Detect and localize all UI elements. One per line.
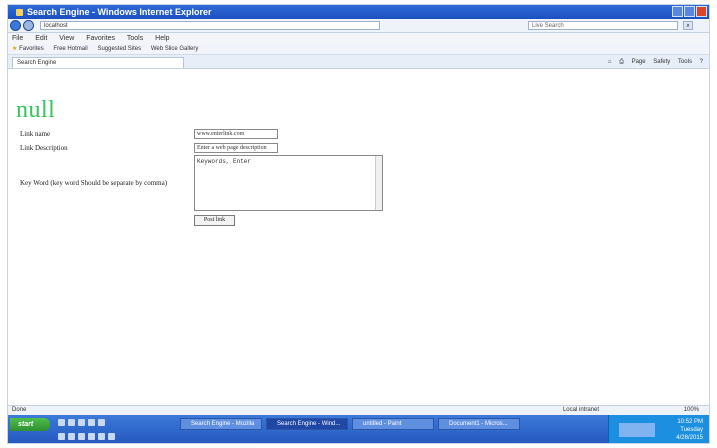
minimize-button[interactable] bbox=[672, 6, 683, 17]
address-row: localhost Live Search ⌕ bbox=[8, 19, 709, 33]
quicklaunch-icon[interactable] bbox=[88, 419, 95, 426]
print-icon[interactable]: ⎙ bbox=[619, 59, 624, 65]
taskbar-item-active[interactable]: Search Engine - Wind... bbox=[266, 418, 348, 430]
tab-search-engine[interactable]: Search Engine bbox=[12, 57, 184, 68]
clock: 10:52 PM Tuesday 4/28/2015 bbox=[676, 418, 703, 442]
search-icon[interactable]: ⌕ bbox=[683, 21, 693, 30]
quicklaunch-icon[interactable] bbox=[58, 433, 65, 440]
quicklaunch-icon[interactable] bbox=[78, 419, 85, 426]
star-icon: ★ bbox=[12, 46, 18, 52]
favorites-button[interactable]: Favorites bbox=[19, 46, 44, 52]
quicklaunch-icon[interactable] bbox=[58, 419, 65, 426]
quick-launch bbox=[58, 419, 105, 426]
cmd-page[interactable]: Page bbox=[632, 59, 646, 65]
tab-row: Search Engine ⌂ ⎙ Page Safety Tools ? bbox=[8, 55, 709, 69]
quicklaunch-icon[interactable] bbox=[98, 433, 105, 440]
tray-icons[interactable] bbox=[619, 423, 655, 437]
menu-favorites[interactable]: Favorites bbox=[86, 35, 115, 42]
cmd-tools[interactable]: Tools bbox=[678, 59, 692, 65]
clock-date: 4/28/2015 bbox=[676, 435, 703, 441]
quicklaunch-icon[interactable] bbox=[68, 419, 75, 426]
fav-free-hotmail[interactable]: Free Hotmail bbox=[53, 46, 87, 52]
title-bar: Search Engine - Windows Internet Explore… bbox=[8, 5, 709, 19]
post-link-button[interactable]: Post link bbox=[194, 215, 235, 226]
keywords-value: Keywords, Enter bbox=[197, 158, 252, 165]
cmd-safety[interactable]: Safety bbox=[653, 59, 670, 65]
menu-help[interactable]: Help bbox=[155, 35, 169, 42]
quicklaunch-icon[interactable] bbox=[88, 433, 95, 440]
security-zone: Local intranet bbox=[562, 407, 599, 413]
taskbar-item[interactable]: Document1 - Micros... bbox=[438, 418, 520, 430]
menu-bar: File Edit View Favorites Tools Help bbox=[8, 33, 709, 44]
quicklaunch-icon[interactable] bbox=[98, 419, 105, 426]
system-tray: 10:52 PM Tuesday 4/28/2015 bbox=[608, 415, 709, 443]
start-button[interactable]: start bbox=[10, 418, 50, 431]
favorites-bar: ★ Favorites Free Hotmail Suggested Sites… bbox=[8, 44, 709, 55]
quicklaunch-icon[interactable] bbox=[108, 433, 115, 440]
status-bar: Done Local intranet 100% bbox=[8, 405, 709, 415]
page-heading: null bbox=[16, 97, 56, 123]
zoom-level[interactable]: 100% bbox=[684, 406, 699, 415]
taskbar: start Search Engine - Mozilla Search Eng… bbox=[8, 415, 709, 443]
ie-icon bbox=[16, 9, 23, 16]
fav-web-slice-gallery[interactable]: Web Slice Gallery bbox=[151, 46, 199, 52]
menu-view[interactable]: View bbox=[59, 35, 74, 42]
keywords-label: Key Word (key word Should be separate by… bbox=[20, 179, 168, 187]
command-bar: ⌂ ⎙ Page Safety Tools ? bbox=[602, 57, 703, 67]
page-content: null Link name www.enterlink.com Link De… bbox=[8, 69, 709, 405]
maximize-button[interactable] bbox=[684, 6, 695, 17]
address-input[interactable]: localhost bbox=[40, 21, 380, 30]
link-description-label: Link Description bbox=[20, 144, 68, 152]
quicklaunch-icon[interactable] bbox=[78, 433, 85, 440]
taskbar-item[interactable]: Search Engine - Mozilla bbox=[180, 418, 262, 430]
link-name-input[interactable]: www.enterlink.com bbox=[194, 129, 278, 139]
fav-suggested-sites[interactable]: Suggested Sites bbox=[97, 46, 141, 52]
search-input[interactable]: Live Search bbox=[528, 21, 678, 30]
window-title: Search Engine - Windows Internet Explore… bbox=[27, 7, 212, 17]
clock-day: Tuesday bbox=[680, 427, 703, 433]
quick-launch-row2 bbox=[58, 433, 115, 440]
taskbar-item[interactable]: untitled - Paint bbox=[352, 418, 434, 430]
quicklaunch-icon[interactable] bbox=[68, 433, 75, 440]
link-description-input[interactable]: Enter a web page description bbox=[194, 143, 278, 153]
menu-tools[interactable]: Tools bbox=[127, 35, 143, 42]
textarea-scrollbar[interactable] bbox=[375, 156, 382, 210]
help-icon[interactable]: ? bbox=[700, 59, 703, 65]
menu-edit[interactable]: Edit bbox=[35, 35, 47, 42]
link-name-label: Link name bbox=[20, 130, 51, 138]
forward-button[interactable] bbox=[23, 20, 34, 31]
browser-window: Search Engine - Windows Internet Explore… bbox=[7, 4, 710, 444]
menu-file[interactable]: File bbox=[12, 35, 23, 42]
keywords-textarea[interactable]: Keywords, Enter bbox=[194, 155, 383, 211]
status-text: Done bbox=[12, 407, 27, 413]
home-icon[interactable]: ⌂ bbox=[608, 59, 612, 65]
close-button[interactable] bbox=[696, 6, 707, 17]
clock-time: 10:52 PM bbox=[677, 419, 703, 425]
back-button[interactable] bbox=[10, 20, 21, 31]
